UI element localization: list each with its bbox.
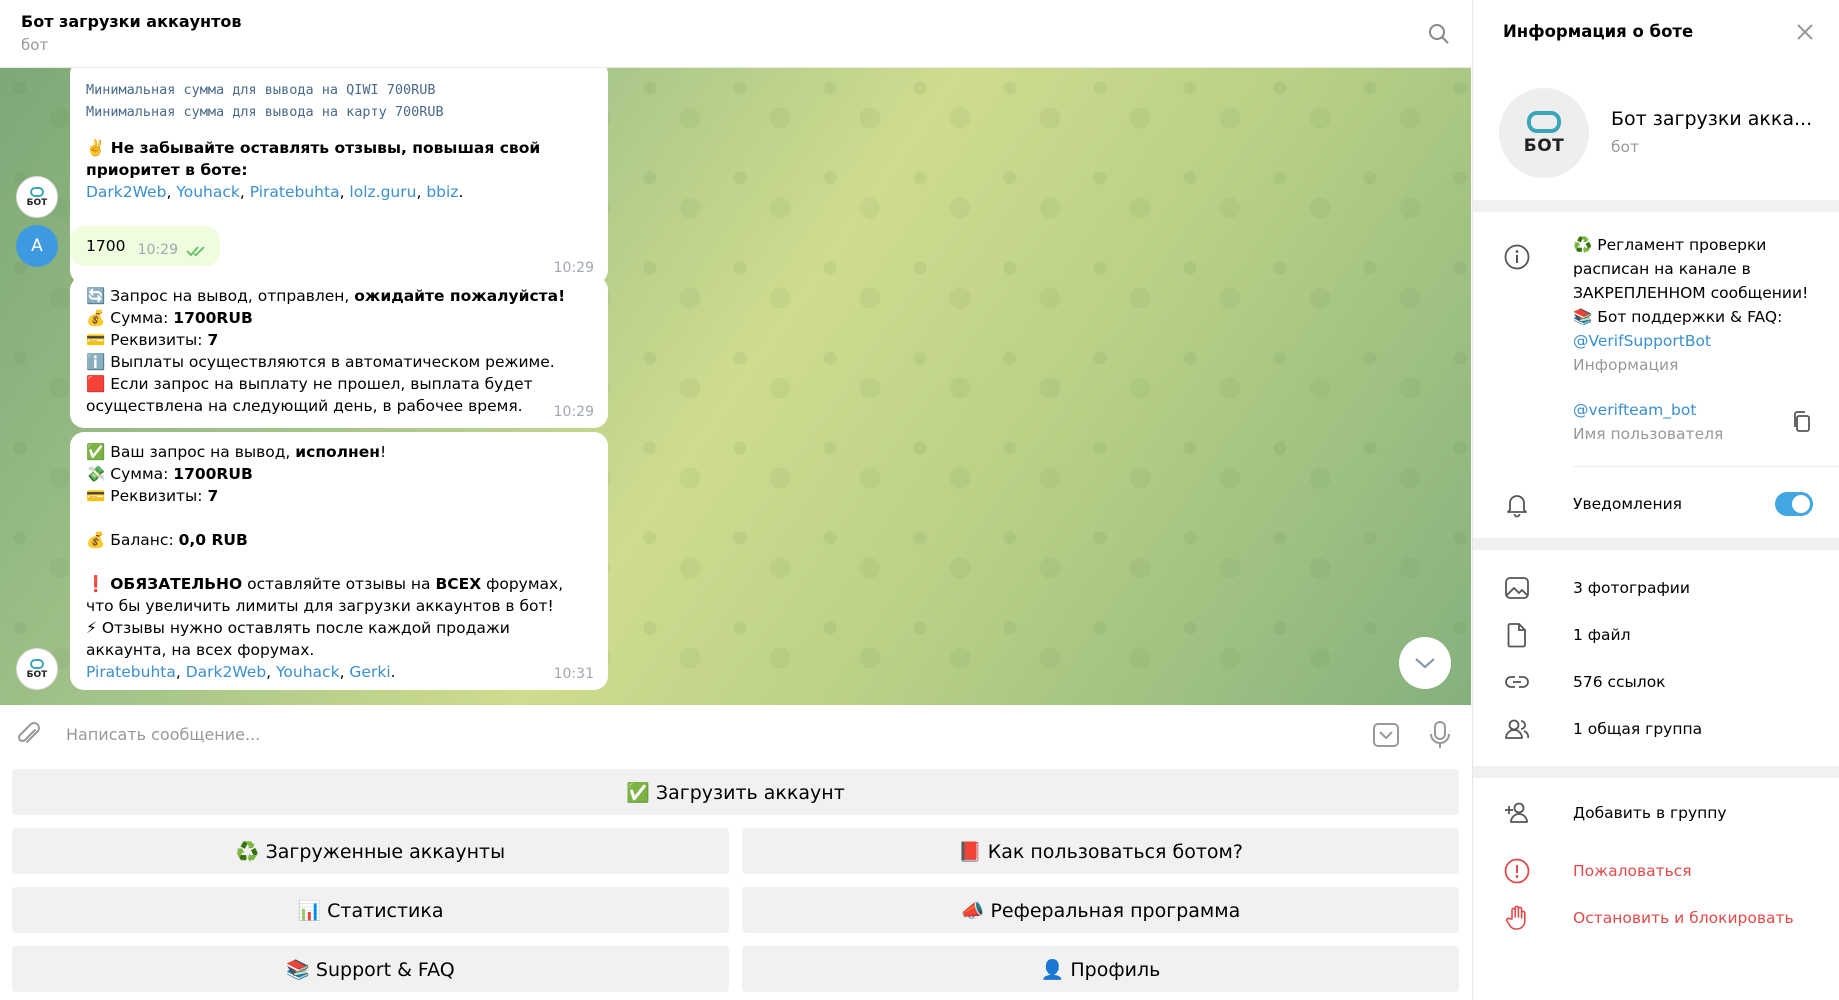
- avatar-letter: A: [31, 236, 43, 256]
- message-bubble[interactable]: 🔄 Запрос на вывод, отправлен, ожидайте п…: [70, 276, 608, 428]
- how-to-use-button[interactable]: 📕 Как пользоваться ботом?: [742, 828, 1459, 874]
- link[interactable]: Gerki: [349, 663, 390, 681]
- photos-count[interactable]: 3 фотографии: [1573, 576, 1690, 600]
- username-link[interactable]: @verifteam_bot: [1573, 398, 1723, 422]
- message-time: 10:29: [137, 242, 178, 258]
- chat-subtitle: бот: [21, 36, 49, 54]
- message-text: Минимальная сумма для вывода на QIWI 700…: [86, 82, 436, 98]
- read-checkmarks-icon: [186, 246, 205, 257]
- message-time: 10:29: [553, 404, 594, 420]
- copy-icon[interactable]: [1791, 410, 1813, 438]
- link[interactable]: Piratebuhta: [250, 183, 340, 201]
- message-text: 💳 Реквизиты: 7: [86, 487, 219, 505]
- description-line: расписан на канале в: [1573, 260, 1751, 278]
- chat-title[interactable]: Бот загрузки аккаунтов: [21, 12, 242, 31]
- divider: [1473, 200, 1839, 212]
- message-text: ✌️ Не забывайте оставлять отзывы, повыша…: [86, 139, 541, 179]
- message-text: ❗ ОБЯЗАТЕЛЬНО оставляйте отзывы на ВСЕХ …: [86, 575, 564, 615]
- info-label: Информация: [1573, 356, 1679, 374]
- bot-type: бот: [1611, 138, 1640, 156]
- link[interactable]: Dark2Web: [86, 183, 166, 201]
- report-icon: [1503, 857, 1531, 885]
- profile-button[interactable]: 👤 Профиль: [742, 946, 1459, 992]
- divider: [1573, 466, 1839, 467]
- divider: [1473, 766, 1839, 778]
- link-icon: [1503, 668, 1531, 696]
- bot-avatar[interactable]: БОТ: [16, 648, 58, 690]
- link[interactable]: Piratebuhta: [86, 663, 176, 681]
- attach-icon[interactable]: [16, 721, 42, 753]
- message-bubble[interactable]: ✅ Ваш запрос на вывод, исполнен! 💸 Сумма…: [70, 432, 608, 690]
- description-line: 📚 Бот поддержки & FAQ:: [1573, 308, 1783, 326]
- divider: [1473, 538, 1839, 550]
- block-hand-icon: [1503, 904, 1531, 932]
- notifications-label: Уведомления: [1573, 495, 1682, 513]
- link[interactable]: Youhack: [176, 183, 240, 201]
- uploaded-accounts-button[interactable]: ♻️ Загруженные аккаунты: [12, 828, 729, 874]
- bot-keyboard: ✅ Загрузить аккаунт ♻️ Загруженные аккау…: [0, 765, 1471, 1000]
- user-avatar[interactable]: A: [16, 225, 58, 267]
- group-icon: [1503, 715, 1531, 743]
- avatar-label: БОТ: [26, 197, 48, 208]
- message-input[interactable]: Написать сообщение...: [66, 725, 260, 744]
- chevron-down-icon: [1415, 658, 1435, 669]
- files-count[interactable]: 1 файл: [1573, 623, 1631, 647]
- stop-and-block-button[interactable]: Остановить и блокировать: [1573, 906, 1794, 930]
- description-line: ЗАКРЕПЛЕННОМ сообщении!: [1573, 284, 1809, 302]
- message-text: 🔄 Запрос на вывод, отправлен, ожидайте п…: [86, 287, 566, 305]
- file-icon: [1503, 621, 1531, 649]
- report-button[interactable]: Пожаловаться: [1573, 859, 1692, 883]
- referral-program-button[interactable]: 📣 Реферальная программа: [742, 887, 1459, 933]
- message-text: 💰 Сумма: 1700RUB: [86, 309, 253, 327]
- avatar-label: БОТ: [26, 669, 48, 680]
- message-text: 🟥 Если запрос на выплату не прошел, выпл…: [86, 375, 533, 415]
- message-links: Piratebuhta, Dark2Web, Youhack, Gerki.: [86, 663, 396, 681]
- username-label: Имя пользователя: [1573, 425, 1724, 443]
- bot-info-panel: Информация о боте БОТ Бот загрузки акка.…: [1472, 0, 1839, 1000]
- bell-icon: [1503, 490, 1531, 518]
- username-block: @verifteam_bot Имя пользователя: [1573, 398, 1723, 446]
- links-count[interactable]: 576 ссылок: [1573, 670, 1666, 694]
- link[interactable]: lolz.guru: [349, 183, 416, 201]
- chat-header: Бот загрузки аккаунтов бот: [0, 0, 1543, 68]
- avatar-label: БОТ: [1523, 135, 1565, 156]
- link[interactable]: Dark2Web: [186, 663, 266, 681]
- scroll-down-button[interactable]: [1399, 637, 1451, 689]
- message-text: 💰 Баланс: 0,0 RUB: [86, 531, 248, 549]
- microphone-icon[interactable]: [1428, 720, 1452, 754]
- search-icon[interactable]: [1423, 18, 1455, 50]
- bot-name: Бот загрузки акка...: [1611, 108, 1813, 130]
- bot-description: ♻️ Регламент проверки расписан на канале…: [1573, 233, 1808, 377]
- message-text: ℹ️ Выплаты осуществляются в автоматическ…: [86, 353, 555, 371]
- message-time: 10:31: [553, 666, 594, 682]
- message-text: 💳 Реквизиты: 7: [86, 331, 219, 349]
- add-to-group-button[interactable]: Добавить в группу: [1573, 801, 1727, 825]
- link[interactable]: Youhack: [276, 663, 340, 681]
- photo-icon: [1503, 574, 1531, 602]
- notifications-toggle[interactable]: [1775, 492, 1813, 516]
- chat-area[interactable]: Минимальная сумма для вывода на QIWI 700…: [0, 68, 1471, 705]
- message-input-bar: Написать сообщение...: [0, 705, 1471, 765]
- keyboard-toggle-icon[interactable]: [1372, 721, 1400, 753]
- upload-account-button[interactable]: ✅ Загрузить аккаунт: [12, 769, 1459, 815]
- message-text: Минимальная сумма для вывода на карту 70…: [86, 104, 444, 120]
- statistics-button[interactable]: 📊 Статистика: [12, 887, 729, 933]
- common-groups-count[interactable]: 1 общая группа: [1573, 717, 1702, 741]
- support-bot-link[interactable]: @VerifSupportBot: [1573, 329, 1808, 353]
- link[interactable]: bbiz: [426, 183, 458, 201]
- message-text: ⚡ Отзывы нужно оставлять после каждой пр…: [86, 619, 510, 659]
- info-icon: [1503, 243, 1531, 271]
- message-text: ✅ Ваш запрос на вывод, исполнен!: [86, 443, 387, 461]
- message-links: Dark2Web, Youhack, Piratebuhta, lolz.gur…: [86, 183, 464, 201]
- add-user-icon: [1503, 799, 1531, 827]
- message-text: 1700: [86, 237, 126, 255]
- message-bubble-outgoing[interactable]: 1700 10:29: [70, 226, 220, 266]
- panel-title: Информация о боте: [1503, 22, 1694, 41]
- close-icon[interactable]: [1793, 20, 1817, 44]
- bot-avatar-large[interactable]: БОТ: [1499, 88, 1589, 178]
- message-text: 💸 Сумма: 1700RUB: [86, 465, 253, 483]
- bot-avatar[interactable]: БОТ: [16, 176, 58, 218]
- description-line: ♻️ Регламент проверки: [1573, 236, 1767, 254]
- support-faq-button[interactable]: 📚 Support & FAQ: [12, 946, 729, 992]
